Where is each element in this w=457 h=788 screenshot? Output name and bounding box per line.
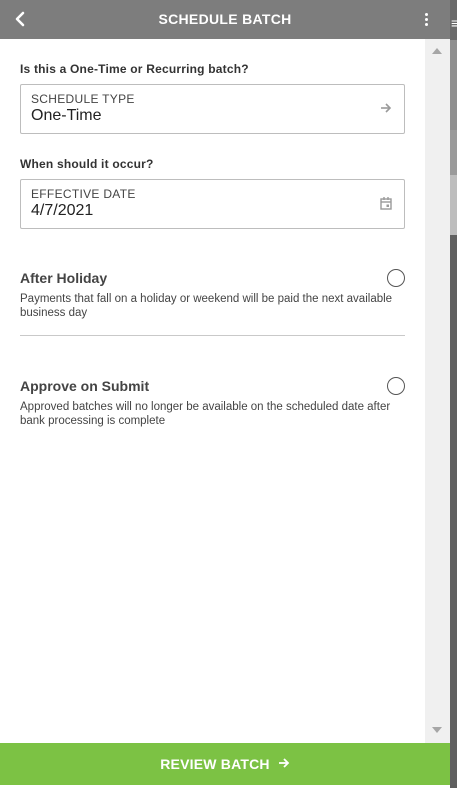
scroll-down-icon[interactable] (432, 727, 442, 733)
effective-date-field[interactable]: EFFECTIVE DATE 4/7/2021 (20, 179, 405, 229)
effective-date-value: 4/7/2021 (31, 202, 94, 219)
after-holiday-radio[interactable] (387, 269, 405, 287)
approve-on-submit-radio[interactable] (387, 377, 405, 395)
background-page: ≡ (450, 0, 457, 788)
schedule-type-label: SCHEDULE TYPE (31, 92, 135, 106)
approve-on-submit-title: Approve on Submit (20, 378, 150, 394)
after-holiday-title: After Holiday (20, 270, 108, 286)
after-holiday-description: Payments that fall on a holiday or weeke… (20, 293, 393, 319)
effective-date-label: EFFECTIVE DATE (31, 187, 136, 201)
schedule-batch-panel: SCHEDULE BATCH Is this a One-Time or Rec… (0, 0, 450, 788)
approve-on-submit-description: Approved batches will no longer be avail… (20, 401, 391, 427)
panel-header: SCHEDULE BATCH (0, 0, 450, 39)
calendar-icon[interactable] (380, 196, 392, 210)
divider (20, 335, 405, 336)
schedule-type-field[interactable]: SCHEDULE TYPE One-Time (20, 84, 405, 134)
review-batch-button[interactable]: REVIEW BATCH (0, 743, 450, 785)
page-title: SCHEDULE BATCH (158, 11, 292, 27)
hamburger-menu-icon: ≡ (451, 15, 457, 31)
scrollbar[interactable] (425, 39, 450, 743)
scroll-up-icon[interactable] (432, 48, 442, 54)
arrow-right-icon (381, 103, 392, 113)
arrow-right-icon (278, 756, 290, 772)
kebab-menu-icon[interactable] (416, 8, 436, 30)
review-batch-label: REVIEW BATCH (160, 756, 270, 772)
schedule-type-value: One-Time (31, 107, 102, 124)
schedule-type-question: Is this a One-Time or Recurring batch? (20, 62, 249, 76)
effective-date-question: When should it occur? (20, 157, 154, 171)
